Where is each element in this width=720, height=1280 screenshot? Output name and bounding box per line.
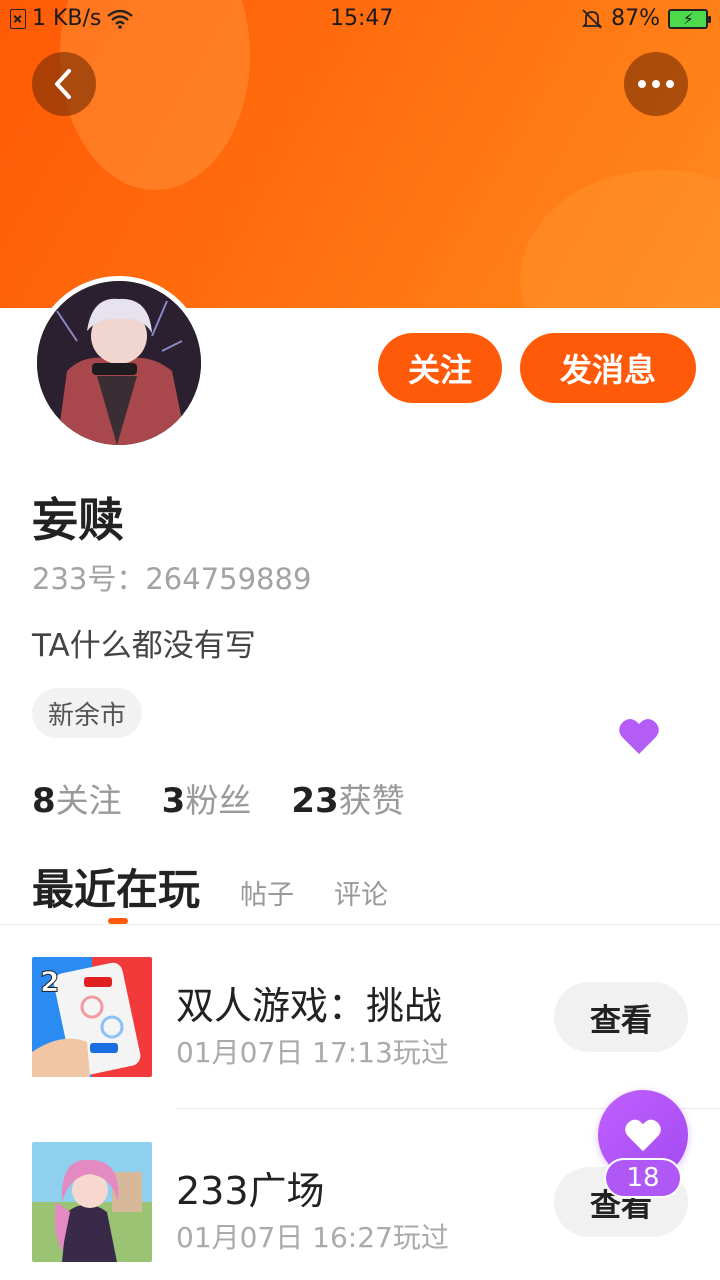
stats-row: 8 关注 3 粉丝 23 获赞 [32, 774, 405, 822]
stat-following[interactable]: 8 关注 [32, 774, 122, 822]
stat-value: 23 [291, 781, 339, 821]
stat-followers[interactable]: 3 粉丝 [162, 774, 252, 822]
stat-label: 获赞 [338, 781, 405, 820]
tab-comments[interactable]: 评论 [334, 873, 388, 912]
like-count-badge: 18 [604, 1158, 682, 1198]
game-icon-image [32, 1142, 152, 1262]
divider [0, 924, 720, 925]
view-game-button[interactable]: 查看 [554, 982, 688, 1052]
status-time: 15:47 [330, 6, 394, 31]
game-played-time: 01月07日 17:13玩过 [176, 1036, 449, 1069]
back-button[interactable] [32, 52, 96, 116]
more-button[interactable] [624, 52, 688, 116]
avatar[interactable] [32, 276, 206, 450]
tab-recently-played[interactable]: 最近在玩 [32, 856, 200, 917]
no-sim-icon [10, 8, 26, 29]
location-tag: 新余市 [32, 688, 143, 738]
follow-button[interactable]: 关注 [378, 333, 502, 403]
game-title: 233广场 [176, 1169, 325, 1213]
send-message-button[interactable]: 发消息 [520, 333, 696, 403]
stat-value: 3 [161, 781, 186, 821]
back-arrow-icon [55, 69, 71, 99]
stat-value: 8 [32, 781, 56, 821]
wifi-icon [107, 9, 134, 29]
heart-icon [625, 1119, 661, 1152]
more-dots-icon [638, 80, 674, 88]
list-item[interactable]: 2 双人游戏：挑战 01月07日 17:13玩过 查看 [0, 955, 720, 1085]
tab-posts[interactable]: 帖子 [240, 873, 294, 912]
bio: TA什么都没有写 [32, 628, 256, 664]
username: 妄赎 [32, 493, 124, 547]
bell-muted-icon [581, 8, 603, 29]
stat-likes[interactable]: 23 获赞 [291, 774, 404, 822]
like-heart-icon[interactable] [618, 716, 660, 756]
svg-text:2: 2 [40, 965, 59, 998]
game-title: 双人游戏：挑战 [176, 984, 443, 1028]
banner-decoration [520, 170, 720, 308]
user-id: 233号：264759889 [32, 562, 312, 596]
network-speed: 1 KB/s [32, 6, 102, 31]
stat-label: 关注 [55, 781, 122, 820]
profile-banner [0, 0, 720, 308]
battery-percent: 87% [611, 6, 660, 31]
battery-charging-icon: ⚡ [668, 8, 711, 29]
status-bar: 1 KB/s 15:47 87% ⚡ [0, 0, 720, 38]
profile-tabs: 最近在玩 帖子 评论 [32, 856, 428, 917]
game-icon-image: 2 [32, 957, 152, 1077]
game-played-time: 01月07日 16:27玩过 [176, 1221, 449, 1254]
avatar-image [37, 281, 201, 445]
stat-label: 粉丝 [185, 781, 252, 820]
